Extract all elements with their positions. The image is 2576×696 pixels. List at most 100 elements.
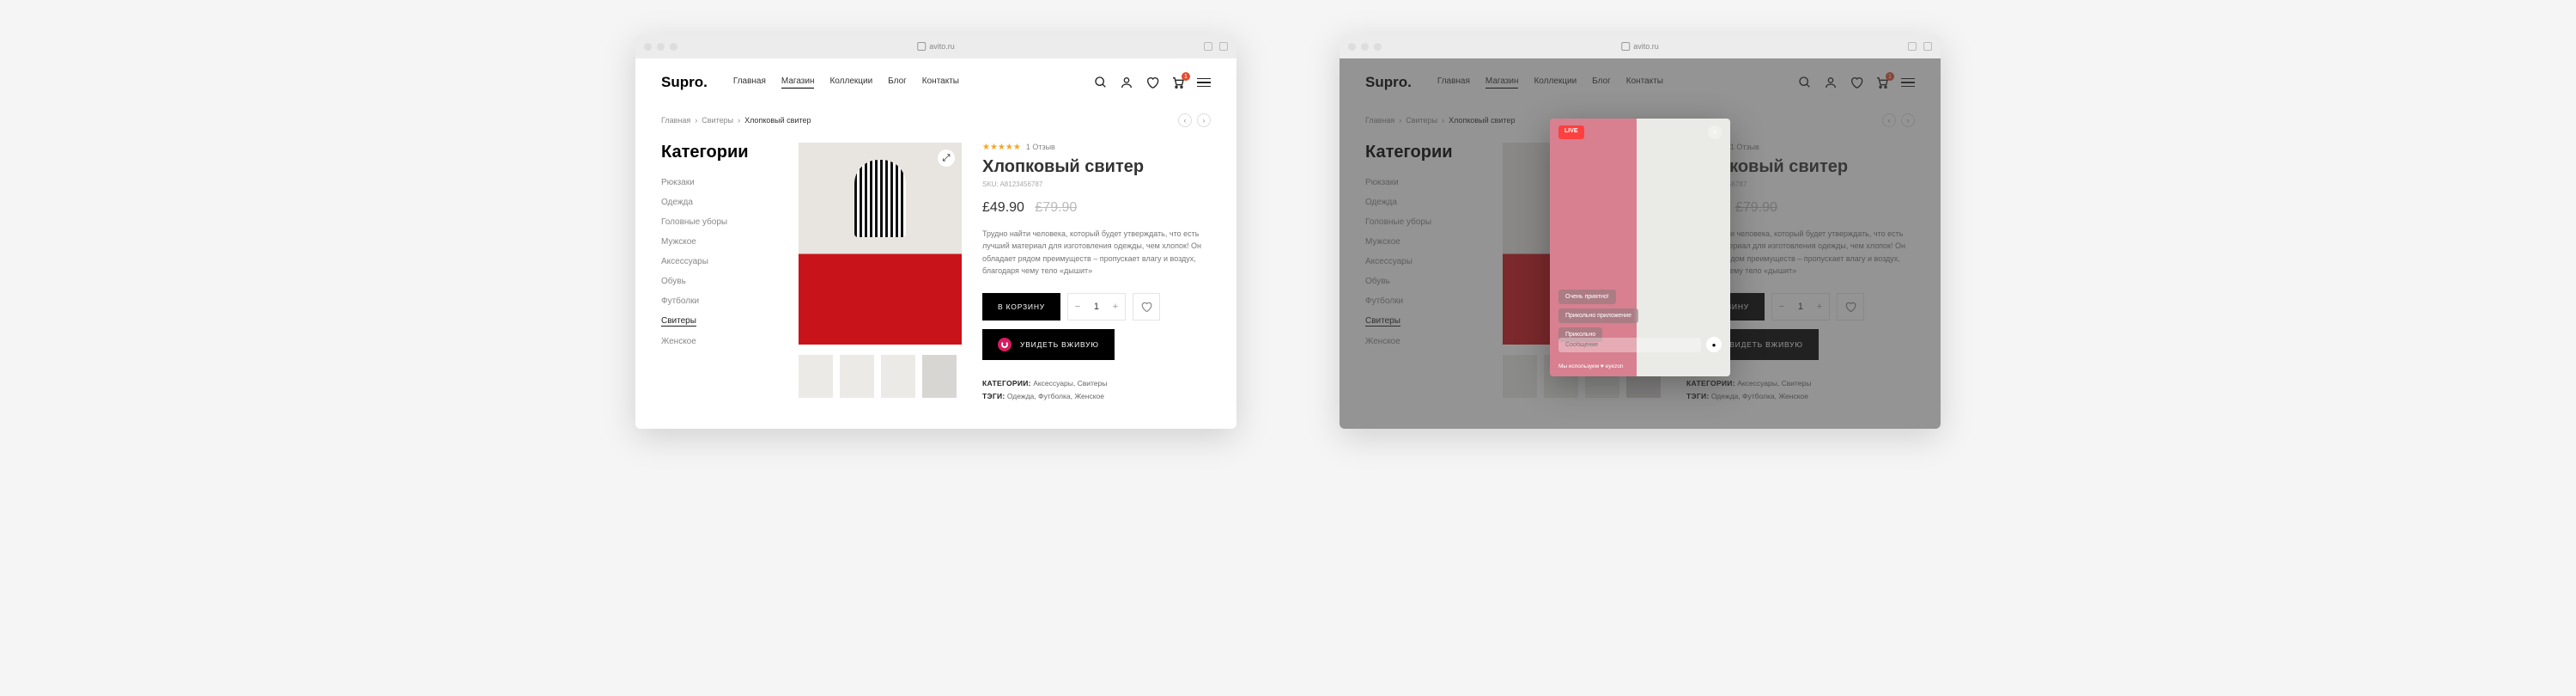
- header-actions: 1: [1798, 76, 1915, 89]
- cat-item[interactable]: Головные уборы: [661, 217, 773, 227]
- cat-item[interactable]: Футболки: [1365, 296, 1477, 306]
- nav-collections[interactable]: Коллекции: [829, 76, 872, 89]
- crumb-current: Хлопковый свитер: [1449, 116, 1515, 125]
- star-rating: ★★★★★: [982, 143, 1021, 152]
- traffic-light-max[interactable]: [1374, 43, 1382, 51]
- traffic-light-close[interactable]: [1348, 43, 1356, 51]
- nav-blog[interactable]: Блог: [1592, 76, 1611, 89]
- cat-item[interactable]: Аксессуары: [1365, 257, 1477, 266]
- qty-minus[interactable]: −: [1068, 302, 1087, 312]
- wishlist-button[interactable]: [1837, 293, 1864, 321]
- product-main-image[interactable]: ⤢: [799, 143, 962, 345]
- see-live-button[interactable]: УВИДЕТЬ ВЖИВУЮ: [982, 329, 1115, 360]
- thumb[interactable]: [881, 355, 915, 398]
- cat-item[interactable]: Одежда: [1365, 198, 1477, 207]
- crumb-cat[interactable]: Свитеры: [702, 116, 733, 125]
- qty-value: 1: [1087, 302, 1106, 312]
- share-icon[interactable]: [1204, 42, 1212, 51]
- thumb[interactable]: [922, 355, 957, 398]
- share-icon[interactable]: [1908, 42, 1917, 51]
- cat-item[interactable]: Аксессуары: [661, 257, 773, 266]
- traffic-light-min[interactable]: [1361, 43, 1369, 51]
- qty-plus[interactable]: +: [1106, 302, 1125, 312]
- close-icon[interactable]: ×: [1708, 125, 1722, 139]
- next-button[interactable]: ›: [1901, 113, 1915, 127]
- cat-item[interactable]: Женское: [661, 337, 773, 346]
- cat-item[interactable]: Рюкзаки: [1365, 178, 1477, 187]
- crumb-current: Хлопковый свитер: [744, 116, 811, 125]
- cat-item[interactable]: Мужское: [1365, 237, 1477, 247]
- user-icon[interactable]: [1120, 76, 1133, 89]
- cart-button[interactable]: 1: [1171, 76, 1185, 89]
- nav-contacts[interactable]: Контакты: [922, 76, 959, 89]
- thumbnails: [799, 355, 962, 398]
- next-button[interactable]: ›: [1197, 113, 1211, 127]
- prev-button[interactable]: ‹: [1882, 113, 1896, 127]
- modal-brand: Мы используем ♥ eyezon: [1558, 363, 1624, 369]
- product-title: Хлопковый свитер: [982, 157, 1211, 177]
- sidebar: Категории Рюкзаки Одежда Головные уборы …: [1365, 143, 1477, 403]
- nav-home[interactable]: Главная: [1437, 76, 1470, 89]
- cat-item[interactable]: Рюкзаки: [661, 178, 773, 187]
- cart-badge: 1: [1886, 72, 1894, 81]
- heart-icon[interactable]: [1850, 76, 1863, 89]
- qty-minus[interactable]: −: [1772, 302, 1791, 312]
- zoom-icon[interactable]: ⤢: [938, 150, 955, 167]
- search-icon[interactable]: [1094, 76, 1108, 89]
- cart-icon: [1875, 76, 1889, 89]
- crumb-home[interactable]: Главная: [1365, 116, 1394, 125]
- logo[interactable]: Supro.: [1365, 74, 1412, 91]
- tabs-icon[interactable]: [1923, 42, 1932, 51]
- address-bar[interactable]: avito.ru: [1621, 42, 1659, 51]
- nav-blog[interactable]: Блог: [888, 76, 907, 89]
- crumb-cat[interactable]: Свитеры: [1406, 116, 1437, 125]
- address-bar[interactable]: avito.ru: [917, 42, 955, 51]
- prev-button[interactable]: ‹: [1178, 113, 1192, 127]
- review-count[interactable]: 1 Отзыв: [1026, 143, 1055, 151]
- nav-shop[interactable]: Магазин: [1485, 76, 1519, 89]
- cat-item[interactable]: Головные уборы: [1365, 217, 1477, 227]
- cat-item[interactable]: Мужское: [661, 237, 773, 247]
- nav-contacts[interactable]: Контакты: [1626, 76, 1663, 89]
- nav-shop[interactable]: Магазин: [781, 76, 815, 89]
- cat-item[interactable]: Обувь: [1365, 277, 1477, 286]
- nav-home[interactable]: Главная: [733, 76, 766, 89]
- review-count[interactable]: 1 Отзыв: [1730, 143, 1759, 151]
- product-sku: SKU: A8123456787: [982, 180, 1211, 188]
- crumb-home[interactable]: Главная: [661, 116, 690, 125]
- breadcrumb: Главная› Свитеры› Хлопковый свитер ‹ ›: [661, 113, 1211, 127]
- menu-icon[interactable]: [1197, 78, 1211, 88]
- pager: ‹ ›: [1178, 113, 1211, 127]
- thumb[interactable]: [1503, 355, 1537, 398]
- product-details: ★★★★★ 1 Отзыв Хлопковый свитер SKU: A8123…: [982, 143, 1211, 403]
- quantity-stepper: − 1 +: [1067, 293, 1126, 321]
- cart-button[interactable]: 1: [1875, 76, 1889, 89]
- add-to-cart-button[interactable]: В КОРЗИНУ: [982, 293, 1060, 321]
- cat-item[interactable]: Одежда: [661, 198, 773, 207]
- search-icon[interactable]: [1798, 76, 1812, 89]
- traffic-light-close[interactable]: [644, 43, 652, 51]
- cat-item-active[interactable]: Свитеры: [1365, 316, 1400, 327]
- header-actions: 1: [1094, 76, 1211, 89]
- cat-item[interactable]: Женское: [1365, 337, 1477, 346]
- price-current: £49.90: [982, 200, 1024, 215]
- traffic-light-min[interactable]: [657, 43, 665, 51]
- logo[interactable]: Supro.: [661, 74, 708, 91]
- menu-icon[interactable]: [1901, 78, 1915, 88]
- qty-plus[interactable]: +: [1810, 302, 1829, 312]
- thumb[interactable]: [799, 355, 833, 398]
- message-input[interactable]: [1558, 338, 1701, 352]
- browser-right: avito.ru Supro. Главная Магазин Коллекци…: [1340, 34, 1941, 429]
- mic-icon[interactable]: ●: [1706, 337, 1722, 352]
- cat-item[interactable]: Обувь: [661, 277, 773, 286]
- tabs-icon[interactable]: [1219, 42, 1228, 51]
- user-icon[interactable]: [1824, 76, 1838, 89]
- product-description: Трудно найти человека, который будет утв…: [982, 228, 1211, 278]
- wishlist-button[interactable]: [1133, 293, 1160, 321]
- nav-collections[interactable]: Коллекции: [1534, 76, 1577, 89]
- thumb[interactable]: [840, 355, 874, 398]
- cat-item-active[interactable]: Свитеры: [661, 316, 696, 327]
- cat-item[interactable]: Футболки: [661, 296, 773, 306]
- traffic-light-max[interactable]: [670, 43, 677, 51]
- heart-icon[interactable]: [1145, 76, 1159, 89]
